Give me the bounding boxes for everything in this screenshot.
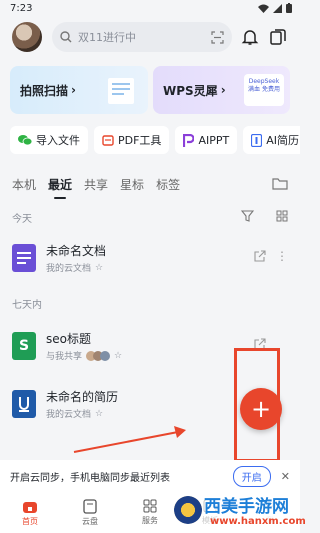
sheet-file-icon: S: [12, 332, 36, 360]
star-icon[interactable]: ☆: [114, 351, 122, 361]
tab-shared[interactable]: 共享: [84, 176, 108, 193]
watermark-title: 西美手游网: [204, 497, 289, 517]
nav-cloud-label: 云盘: [82, 516, 98, 526]
tool-aippt[interactable]: AIPPT: [175, 126, 238, 154]
file-row[interactable]: 未命名文档 我的云文档 ☆ ⋮: [0, 238, 300, 282]
watermark-url: www.hanxm.com: [210, 516, 306, 527]
doc-file-icon: [12, 244, 36, 272]
grid-view-icon[interactable]: [276, 210, 288, 222]
tab-starred[interactable]: 星标: [120, 176, 144, 193]
file-location: 我的云文档: [46, 264, 92, 274]
tool-aippt-label: AIPPT: [198, 133, 230, 147]
services-icon: [143, 499, 157, 513]
document-scan-icon: [108, 78, 134, 104]
nav-services-label: 服务: [142, 516, 158, 525]
ppt-icon: [183, 133, 195, 147]
tool-ai-resume-label: AI简历: [266, 134, 299, 147]
scan-icon[interactable]: [211, 30, 224, 44]
tool-pdf-label: PDF工具: [118, 134, 162, 147]
file-name: seo标题: [46, 332, 91, 346]
filter-icon[interactable]: [241, 210, 254, 222]
shared-avatars: [86, 350, 111, 361]
file-meta: 我的云文档 ☆: [46, 261, 103, 275]
file-meta: 我的云文档 ☆: [46, 407, 103, 421]
watermark-logo-icon: [174, 496, 202, 524]
wps-lingxi-banner[interactable]: WPS灵犀 › DeepSeek 满血 免费用: [153, 66, 290, 114]
lingxi-banner-label: WPS灵犀: [163, 83, 218, 98]
wechat-icon: [18, 135, 32, 146]
search-bar[interactable]: 双11进行中: [52, 22, 232, 52]
cloud-drive-icon: [83, 498, 97, 514]
file-location: 与我共享: [46, 352, 83, 362]
share-icon[interactable]: [254, 250, 266, 262]
status-time: 7:23: [10, 3, 33, 14]
close-icon[interactable]: ✕: [281, 470, 290, 483]
more-icon[interactable]: ⋮: [276, 250, 288, 262]
sheet-letter: S: [18, 338, 30, 354]
wifi-icon: [258, 4, 269, 13]
battery-icon: [286, 3, 292, 13]
list-controls: [241, 210, 288, 222]
tab-tags[interactable]: 标签: [156, 176, 180, 193]
avatar: [100, 350, 111, 361]
star-icon[interactable]: ☆: [95, 409, 103, 419]
lingxi-banner-arrow: ›: [220, 83, 226, 97]
scan-banner-label: 拍照扫描: [20, 83, 69, 98]
avatar[interactable]: [12, 22, 42, 52]
annotation-box: [234, 348, 280, 462]
home-icon: [23, 501, 37, 513]
enable-sync-button[interactable]: 开启: [232, 465, 271, 487]
file-meta: 与我共享 ☆: [46, 349, 122, 362]
signal-icon: [273, 3, 282, 13]
section-week: 七天内: [12, 300, 42, 311]
tab-local[interactable]: 本机: [12, 176, 36, 193]
pdf-icon: [102, 135, 114, 146]
star-icon[interactable]: ☆: [95, 263, 103, 273]
folder-icon[interactable]: [272, 177, 288, 190]
scan-banner-arrow: ›: [71, 83, 76, 97]
nav-home-label: 首页: [22, 516, 38, 526]
tool-ai-resume[interactable]: AI简历: [243, 126, 300, 154]
file-name: 未命名文档: [46, 244, 107, 258]
tool-chips: 导入文件 PDF工具 AIPPT AI简历: [10, 126, 300, 156]
status-icons: [258, 3, 292, 13]
search-icon: [60, 31, 72, 43]
deepseek-badge: DeepSeek 满血 免费用: [244, 74, 284, 106]
scan-banner[interactable]: 拍照扫描 ›: [10, 66, 148, 114]
sync-text: 开启云同步，手机电脑同步最近列表: [10, 472, 170, 484]
status-bar: 7:23: [0, 0, 300, 18]
section-today: 今天: [12, 214, 32, 225]
nav-home[interactable]: 首页: [0, 492, 60, 533]
deepseek-badge-line1: DeepSeek: [248, 78, 280, 85]
file-location: 我的云文档: [46, 410, 92, 420]
annotation-arrow: [73, 426, 186, 453]
resume-file-icon: [12, 390, 36, 418]
tab-recent[interactable]: 最近: [48, 176, 72, 199]
file-name: 未命名的简历: [46, 390, 119, 404]
header: 双11进行中: [0, 18, 300, 58]
watermark: 西美手游网 www.hanxm.com: [170, 488, 306, 533]
tool-import-file[interactable]: 导入文件: [10, 126, 88, 154]
bell-icon[interactable]: [240, 27, 260, 47]
tool-pdf[interactable]: PDF工具: [94, 126, 170, 154]
multi-window-icon[interactable]: [268, 27, 288, 47]
resume-icon: [251, 133, 263, 147]
tool-import-file-label: 导入文件: [36, 134, 80, 147]
file-tabs: 本机 最近 共享 星标 标签: [12, 176, 292, 202]
feature-banners: 拍照扫描 › WPS灵犀 › DeepSeek 满血 免费用: [10, 66, 290, 114]
deepseek-badge-line2: 满血 免费用: [248, 86, 280, 93]
search-placeholder: 双11进行中: [78, 31, 136, 44]
nav-cloud[interactable]: 云盘: [60, 492, 120, 533]
